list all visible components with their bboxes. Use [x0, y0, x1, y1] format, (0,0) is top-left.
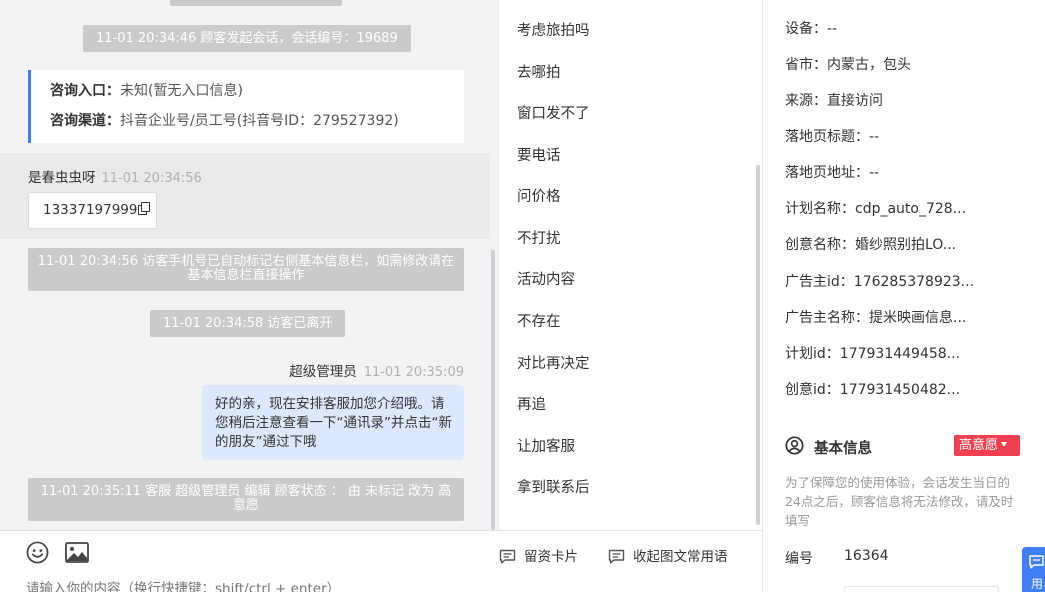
info-row-region: 省市：内蒙古，包头 — [785, 54, 911, 74]
guest-meta: 是春虫虫呀 11-01 20:34:56 — [28, 166, 202, 186]
emoji-icon[interactable] — [26, 541, 49, 564]
info-label: 省市： — [785, 57, 827, 73]
entry-row: 咨询入口：未知(暂无入口信息) — [50, 82, 464, 112]
chat-bubble-icon — [1029, 555, 1044, 569]
guest-phone-message[interactable]: 13337197999 — [28, 192, 157, 229]
message-input-area: 留资卡片 收起图文常用语 — [0, 530, 762, 592]
quick-phrase-list: 考虑旅拍吗 去哪拍 窗口发不了 要电话 问价格 不打扰 活动内容 不存在 对比再… — [498, 0, 762, 530]
info-label: 广告主id： — [785, 274, 854, 290]
quick-phrase-item[interactable]: 问价格 — [517, 185, 561, 206]
agent-time: 11-01 20:35:09 — [363, 365, 464, 380]
floating-service-button[interactable]: 用 — [1022, 547, 1045, 592]
chat-panel: 11-01 20:34:46 顾客发起会话，会话编号：19689 咨询入口：未知… — [0, 0, 498, 530]
info-label: 落地页地址： — [785, 165, 869, 181]
customer-id-label: 编号 — [785, 551, 813, 567]
guest-name: 是春虫虫呀 — [28, 170, 96, 186]
info-label: 创意名称： — [785, 237, 855, 253]
quick-phrase-item[interactable]: 去哪拍 — [517, 61, 561, 82]
caret-down-icon — [1001, 442, 1008, 447]
quick-phrase-item[interactable]: 再追 — [517, 393, 546, 414]
system-message-session-start: 11-01 20:34:46 顾客发起会话，会话编号：19689 — [83, 25, 411, 52]
info-label: 落地页标题： — [785, 129, 869, 145]
info-label: 广告主名称： — [785, 310, 869, 326]
info-row-creative-name: 创意名称：婚纱照别拍LO... — [785, 234, 956, 254]
info-value: 直接访问 — [827, 93, 883, 109]
info-label: 设备： — [785, 21, 827, 37]
chat-scrollbar[interactable] — [491, 250, 495, 530]
floating-service-label: 用 — [1031, 577, 1044, 591]
channel-value: 抖音企业号/员工号(抖音号ID：279527392) — [120, 113, 399, 129]
entry-label: 咨询入口： — [50, 83, 120, 99]
info-row-plan-name: 计划名称：cdp_auto_728... — [785, 198, 966, 218]
quick-phrase-item[interactable]: 要电话 — [517, 144, 561, 165]
fold-phrases-label: 收起图文常用语 — [633, 549, 728, 565]
info-row-creative-id: 创意id：177931450482... — [785, 379, 960, 399]
info-row-landing-title: 落地页标题：-- — [785, 126, 879, 146]
next-field-input[interactable] — [844, 586, 999, 592]
info-row-landing-url: 落地页地址：-- — [785, 162, 879, 182]
channel-row: 咨询渠道：抖音企业号/员工号(抖音号ID：279527392) — [50, 112, 464, 142]
info-row-advertiser-id: 广告主id：176285378923... — [785, 271, 974, 291]
guest-phone: 13337197999 — [43, 202, 138, 218]
info-value: 177931450482... — [839, 382, 961, 398]
fold-phrases-button[interactable]: 收起图文常用语 — [608, 545, 728, 565]
agent-message-bubble: 好的亲，现在安排客服加您介绍哦。请您稍后注意查看一下“通讯录”并点击“新的朋友”… — [202, 385, 464, 460]
system-message-visitor-left: 11-01 20:34:58 访客已离开 — [150, 310, 346, 337]
info-label: 创意id： — [785, 382, 840, 398]
info-label: 来源： — [785, 93, 827, 109]
customer-info-panel: 设备：-- 省市：内蒙古，包头 来源：直接访问 落地页标题：-- 落地页地址：-… — [762, 0, 1045, 592]
lead-card-button[interactable]: 留资卡片 — [499, 545, 578, 565]
quick-phrase-scrollbar[interactable] — [756, 165, 760, 525]
customer-id-value: 16364 — [844, 548, 889, 564]
agent-meta: 超级管理员 11-01 20:35:09 — [289, 360, 464, 380]
lead-card-label: 留资卡片 — [524, 549, 578, 565]
quick-phrase-item[interactable]: 对比再决定 — [517, 352, 590, 373]
info-value: -- — [869, 129, 880, 145]
image-icon[interactable] — [65, 542, 89, 563]
info-value: 婚纱照别拍LO... — [855, 237, 957, 253]
info-label: 计划id： — [785, 346, 840, 362]
info-value: 176285378923... — [853, 274, 975, 290]
info-row-plan-id: 计划id：177931449458... — [785, 343, 960, 363]
basic-info-title: 基本信息 — [814, 441, 872, 457]
quick-phrase-item[interactable]: 不打扰 — [517, 227, 561, 248]
system-message-status-changed: 11-01 20:35:11 客服 超级管理员 编辑 顾客状态 ： 由 未标记 … — [28, 478, 464, 521]
quick-phrase-item[interactable]: 活动内容 — [517, 268, 575, 289]
channel-label: 咨询渠道： — [50, 113, 120, 129]
guest-message-block: 是春虫虫呀 11-01 20:34:56 13337197999 — [0, 153, 490, 239]
info-label: 计划名称： — [785, 201, 855, 217]
agent-name: 超级管理员 — [289, 364, 357, 380]
info-value: cdp_auto_728... — [855, 201, 967, 217]
intent-status-label: 高意愿 — [959, 438, 999, 453]
privacy-note: 为了保障您的使用体验，会话发生当日的24点之后，顾客信息将无法修改，请及时填写 — [785, 475, 1014, 528]
quick-phrase-item[interactable]: 窗口发不了 — [517, 102, 590, 123]
intent-status-dropdown[interactable]: 高意愿 — [954, 435, 1020, 456]
info-value: 内蒙古，包头 — [827, 57, 911, 73]
quick-phrase-item[interactable]: 拿到联系后 — [517, 476, 590, 497]
user-icon — [785, 436, 804, 455]
info-value: -- — [869, 165, 880, 181]
entry-value: 未知(暂无入口信息) — [120, 83, 243, 99]
info-row-source: 来源：直接访问 — [785, 90, 883, 110]
entry-info-card: 咨询入口：未知(暂无入口信息) 咨询渠道：抖音企业号/员工号(抖音号ID：279… — [28, 70, 464, 143]
quick-phrase-item[interactable]: 让加客服 — [517, 435, 575, 456]
message-icon — [608, 549, 625, 564]
card-icon — [499, 549, 516, 564]
quick-phrase-item[interactable]: 考虑旅拍吗 — [517, 19, 590, 40]
system-message-phone-marked: 11-01 20:34:56 访客手机号已自动标记右侧基本信息栏，如需修改请在基… — [28, 248, 464, 291]
info-value: -- — [827, 21, 838, 37]
info-row-advertiser-name: 广告主名称：提米映画信息... — [785, 307, 966, 327]
info-value: 177931449458... — [839, 346, 961, 362]
quick-phrase-item[interactable]: 不存在 — [517, 310, 561, 331]
copy-icon[interactable] — [138, 202, 151, 215]
guest-time: 11-01 20:34:56 — [101, 171, 202, 186]
info-value: 提米映画信息... — [869, 310, 967, 326]
info-row-device: 设备：-- — [785, 18, 837, 38]
system-message-stub — [170, 0, 342, 6]
message-input[interactable] — [26, 581, 726, 592]
